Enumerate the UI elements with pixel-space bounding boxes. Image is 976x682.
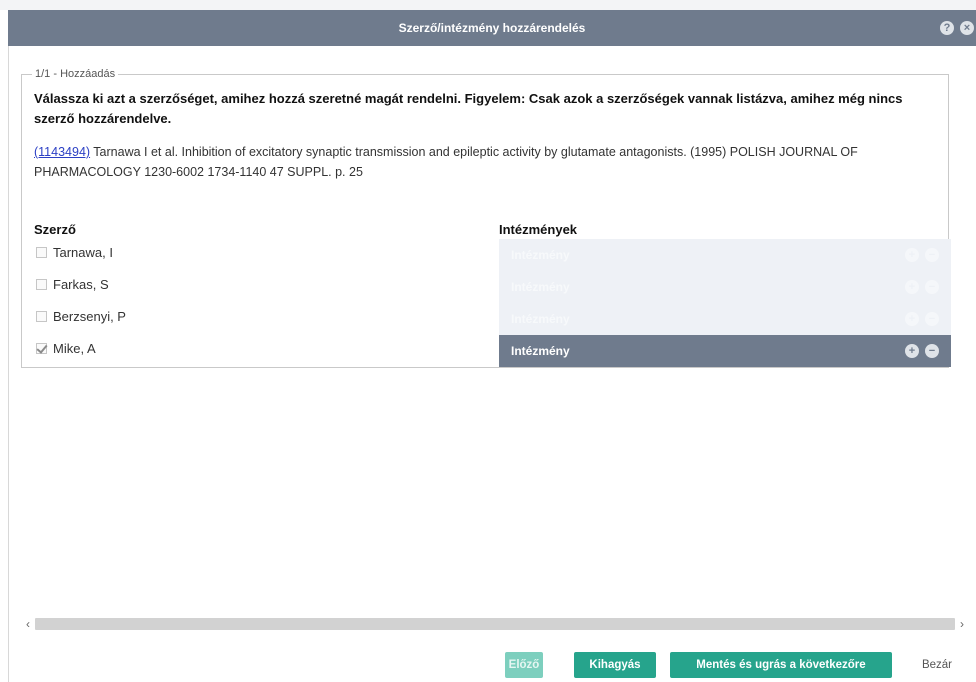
add-icon[interactable]: + bbox=[905, 344, 919, 358]
author-name: Mike, A bbox=[53, 341, 96, 356]
publication-text: Tarnawa I et al. Inhibition of excitator… bbox=[34, 145, 858, 179]
remove-icon: − bbox=[925, 280, 939, 294]
help-icon[interactable]: ? bbox=[940, 21, 954, 35]
institution-row: Intézmény + − bbox=[499, 239, 951, 271]
author-checkbox[interactable] bbox=[36, 247, 47, 258]
publication-citation: (1143494) Tarnawa I et al. Inhibition of… bbox=[34, 142, 954, 182]
close-button[interactable]: Bezár bbox=[905, 652, 969, 678]
author-name: Berzsenyi, P bbox=[53, 309, 126, 324]
author-item[interactable]: Mike, A bbox=[36, 341, 96, 356]
remove-icon: − bbox=[925, 312, 939, 326]
instruction-text: Válassza ki azt a szerzőséget, amihez ho… bbox=[34, 91, 903, 126]
skip-button[interactable]: Kihagyás bbox=[574, 652, 656, 678]
top-strip bbox=[0, 0, 976, 10]
dialog-content: 1/1 - Hozzáadás Válassza ki azt a szerző… bbox=[8, 46, 976, 682]
author-name: Tarnawa, I bbox=[53, 245, 113, 260]
institution-row: Intézmény + − bbox=[499, 303, 951, 335]
scroll-left-icon[interactable]: ‹ bbox=[21, 617, 35, 631]
save-next-button[interactable]: Mentés és ugrás a következőre bbox=[670, 652, 892, 678]
dialog-title: Szerző/intézmény hozzárendelés bbox=[398, 21, 586, 35]
institution-label: Intézmény bbox=[511, 248, 570, 262]
scrollbar-thumb[interactable] bbox=[35, 618, 955, 630]
dialog-titlebar: Szerző/intézmény hozzárendelés ? × bbox=[8, 10, 976, 46]
institution-label: Intézmény bbox=[511, 280, 570, 294]
institution-label: Intézmény bbox=[511, 312, 570, 326]
prev-button[interactable]: Előző bbox=[505, 652, 543, 678]
author-name: Farkas, S bbox=[53, 277, 109, 292]
publication-id-link[interactable]: (1143494) bbox=[34, 145, 90, 159]
author-checkbox[interactable] bbox=[36, 311, 47, 322]
add-icon: + bbox=[905, 248, 919, 262]
institutions-header: Intézmények bbox=[499, 222, 578, 237]
author-item[interactable]: Berzsenyi, P bbox=[36, 309, 126, 324]
scroll-right-icon[interactable]: › bbox=[955, 617, 969, 631]
institution-label: Intézmény bbox=[511, 344, 570, 358]
close-icon[interactable]: × bbox=[960, 21, 974, 35]
institution-row-active[interactable]: Intézmény + − bbox=[499, 335, 951, 367]
remove-icon: − bbox=[925, 248, 939, 262]
author-item[interactable]: Farkas, S bbox=[36, 277, 109, 292]
horizontal-scrollbar[interactable]: ‹ › bbox=[21, 616, 969, 632]
add-icon: + bbox=[905, 312, 919, 326]
institution-row: Intézmény + − bbox=[499, 271, 951, 303]
add-icon: + bbox=[905, 280, 919, 294]
remove-icon[interactable]: − bbox=[925, 344, 939, 358]
author-checkbox-checked[interactable] bbox=[36, 343, 47, 354]
author-item[interactable]: Tarnawa, I bbox=[36, 245, 113, 260]
author-checkbox[interactable] bbox=[36, 279, 47, 290]
step-legend: 1/1 - Hozzáadás bbox=[35, 68, 116, 80]
authors-header: Szerző bbox=[34, 222, 76, 237]
